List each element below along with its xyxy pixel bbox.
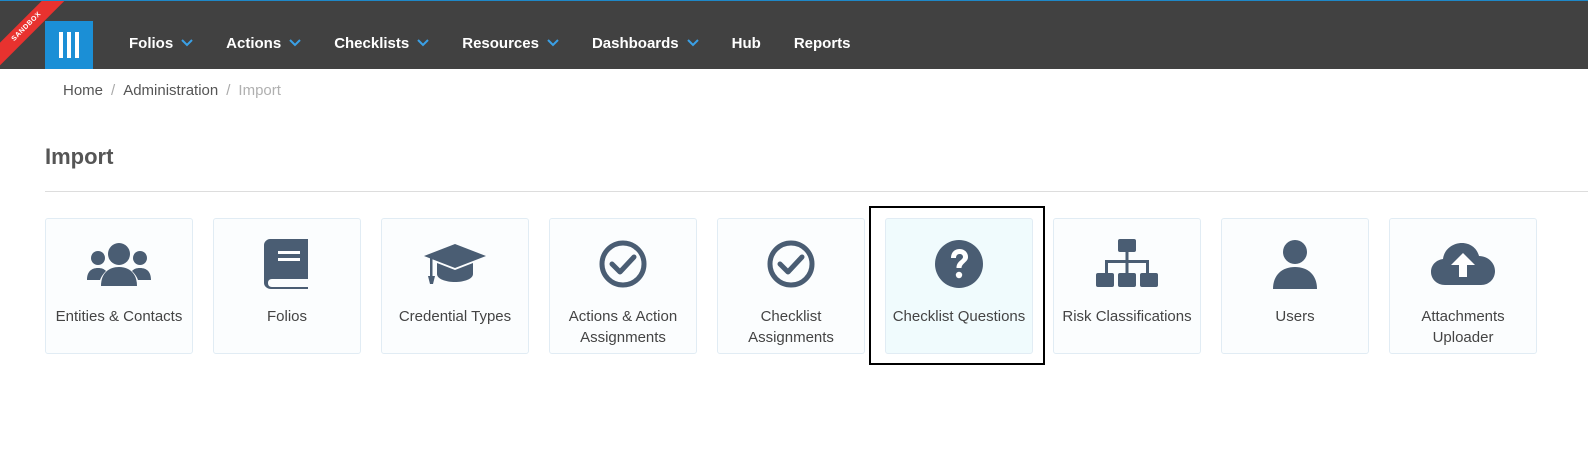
- user-icon: [1272, 234, 1318, 294]
- sitemap-icon: [1096, 234, 1158, 294]
- chevron-down-icon: [417, 39, 429, 47]
- nav-hub[interactable]: Hub: [732, 28, 761, 58]
- tile-label: Checklist Questions: [892, 308, 1026, 325]
- tile-label: Checklist Assignments: [748, 308, 834, 346]
- title-divider: [45, 191, 1588, 192]
- nav-folios-label: Folios: [129, 34, 174, 52]
- tile-entities-contacts[interactable]: Entities & Contacts: [45, 218, 193, 354]
- nav-dashboards-label: Dashboards: [591, 34, 679, 52]
- breadcrumb-home[interactable]: Home: [63, 82, 103, 99]
- top-navbar: SANDBOX Folios Actions Checklists Resour…: [0, 0, 1588, 71]
- tile-credential-types[interactable]: Credential Types: [381, 218, 529, 354]
- breadcrumb-separator: /: [226, 82, 231, 99]
- page-title: Import: [45, 144, 114, 169]
- tile-attachments-uploader[interactable]: Attachments Uploader: [1389, 218, 1537, 354]
- nav-actions-label: Actions: [226, 34, 282, 52]
- tile-label: Attachments Uploader: [1421, 308, 1505, 346]
- nav-reports-label: Reports: [793, 34, 851, 52]
- breadcrumb: Home / Administration / Import: [63, 82, 281, 99]
- users-icon: [87, 234, 151, 294]
- cloud-upload-icon: [1431, 234, 1495, 294]
- tile-checklist-questions[interactable]: Checklist Questions: [885, 218, 1033, 354]
- tile-label: Entities & Contacts: [55, 308, 183, 325]
- nav-hub-label: Hub: [731, 34, 761, 52]
- tile-folios[interactable]: Folios: [213, 218, 361, 354]
- nav-dashboards[interactable]: Dashboards: [592, 28, 699, 58]
- tile-label: Risk Classifications: [1062, 308, 1192, 325]
- graduation-cap-icon: [422, 234, 488, 294]
- tile-risk-classifications[interactable]: Risk Classifications: [1053, 218, 1201, 354]
- tile-users[interactable]: Users: [1221, 218, 1369, 354]
- question-circle-icon: [934, 234, 984, 294]
- breadcrumb-administration[interactable]: Administration: [123, 82, 218, 99]
- nav-checklists-label: Checklists: [334, 34, 410, 52]
- tile-actions-action-assignments[interactable]: Actions & Action Assignments: [549, 218, 697, 354]
- check-circle-icon: [766, 234, 816, 294]
- breadcrumb-current: Import: [238, 82, 281, 99]
- tile-label: Credential Types: [398, 308, 512, 325]
- tile-label: Folios: [266, 308, 307, 325]
- chevron-down-icon: [289, 39, 301, 47]
- chevron-down-icon: [547, 39, 559, 47]
- breadcrumb-separator: /: [111, 82, 116, 99]
- nav-resources[interactable]: Resources: [462, 28, 559, 58]
- chevron-down-icon: [181, 39, 193, 47]
- tile-checklist-assignments[interactable]: Checklist Assignments: [717, 218, 865, 354]
- check-circle-icon: [598, 234, 648, 294]
- app-logo[interactable]: [45, 21, 93, 69]
- nav-actions[interactable]: Actions: [226, 28, 301, 58]
- book-icon: [264, 234, 310, 294]
- chevron-down-icon: [686, 39, 699, 47]
- nav-checklists[interactable]: Checklists: [334, 28, 429, 58]
- nav-resources-label: Resources: [462, 34, 539, 52]
- import-tiles: Entities & Contacts Folios Credential Ty…: [45, 218, 1557, 354]
- tile-label: Users: [1275, 308, 1315, 325]
- nav-folios[interactable]: Folios: [129, 28, 193, 58]
- main-nav: Folios Actions Checklists Resources Dash…: [129, 1, 884, 70]
- nav-reports[interactable]: Reports: [794, 28, 851, 58]
- tile-label: Actions & Action Assignments: [568, 308, 678, 346]
